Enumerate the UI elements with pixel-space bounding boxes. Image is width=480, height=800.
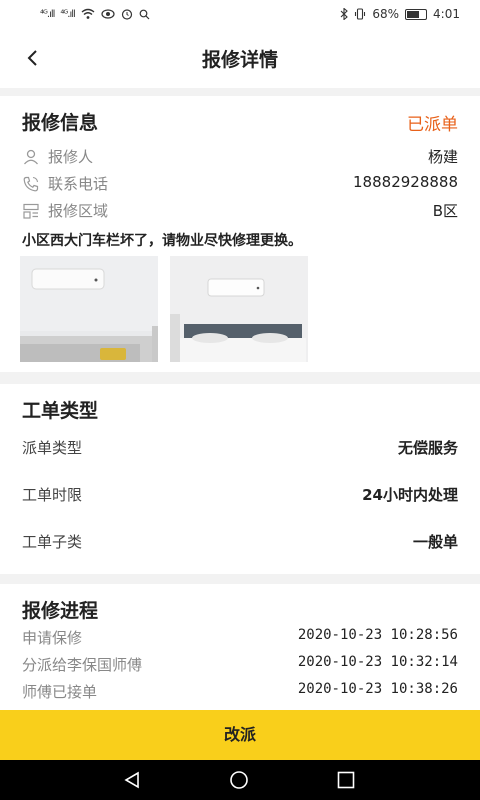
type-value: 24小时内处理 <box>362 486 458 504</box>
info-label: 报修人 <box>48 148 94 166</box>
progress-label: 师傅已接单 <box>22 683 98 701</box>
repair-description: 小区西大门车栏坏了，请物业尽快修理更换。 <box>22 233 302 249</box>
search-icon <box>139 9 150 19</box>
eye-icon <box>101 9 115 19</box>
order-type-card: 工单类型 派单类型 无偿服务 工单时限 24小时内处理 工单子类 一般单 <box>0 384 480 574</box>
nav-recent-icon[interactable] <box>336 770 356 790</box>
page-title: 报修详情 <box>201 49 278 71</box>
phone-icon <box>23 176 39 191</box>
repair-photo-1[interactable] <box>20 256 158 362</box>
reassign-button[interactable]: 改派 <box>0 710 480 760</box>
progress-row: 分派给李保国师傅 2020-10-23 10:32:14 <box>22 654 458 676</box>
progress-row: 师傅已接单 2020-10-23 10:38:26 <box>22 681 458 703</box>
nav-back-icon[interactable] <box>122 770 142 790</box>
progress-time: 2020-10-23 10:28:56 <box>297 627 458 643</box>
clock: 4:01 <box>433 7 460 21</box>
battery-fill <box>407 10 420 18</box>
bluetooth-icon <box>340 8 349 20</box>
alarm-icon <box>121 9 132 20</box>
info-label: 联系电话 <box>48 175 109 193</box>
order-subtype-row: 工单子类 一般单 <box>22 531 458 555</box>
info-row-area: 报修区域 B区 <box>22 200 458 224</box>
progress-card: 报修进程 申请保修 2020-10-23 10:28:56 分派给李保国师傅 2… <box>0 584 480 710</box>
status-right: 68% 4:01 <box>340 7 460 21</box>
progress-title: 报修进程 <box>22 600 99 622</box>
type-value: 一般单 <box>412 533 458 551</box>
system-nav-bar <box>0 760 480 800</box>
battery-percent: 68% <box>372 7 400 21</box>
order-deadline-row: 工单时限 24小时内处理 <box>22 484 458 508</box>
order-type-row: 派单类型 无偿服务 <box>22 437 458 461</box>
repair-info-card: 报修信息 已派单 报修人 杨建 联系电话 18882928888 报修区域 B区… <box>0 96 480 372</box>
vibrate-icon <box>355 8 366 20</box>
info-row-phone[interactable]: 联系电话 18882928888 <box>22 173 458 197</box>
progress-time: 2020-10-23 10:38:26 <box>297 681 458 697</box>
signal-icon-2: ⁴ᴳ.ıll <box>60 8 75 20</box>
phone-number[interactable]: 18882928888 <box>353 173 458 191</box>
status-left: ⁴ᴳ.ıll ⁴ᴳ.ıll <box>40 8 150 20</box>
status-bar: ⁴ᴳ.ıll ⁴ᴳ.ıll 68% 4:01 <box>0 0 480 30</box>
photo-ac-bedroom <box>170 256 308 362</box>
type-label: 工单子类 <box>22 533 83 551</box>
nav-header: 报修详情 <box>0 30 480 88</box>
battery-icon <box>405 8 428 20</box>
repair-photo-2[interactable] <box>170 256 308 362</box>
progress-row: 申请保修 2020-10-23 10:28:56 <box>22 627 458 649</box>
repair-info-title: 报修信息 <box>22 112 99 134</box>
type-label: 派单类型 <box>22 439 83 457</box>
info-row-reporter: 报修人 杨建 <box>22 146 458 170</box>
type-label: 工单时限 <box>22 486 83 504</box>
info-value: B区 <box>432 202 458 220</box>
signal-icon: ⁴ᴳ.ıll <box>40 8 55 20</box>
photo-ac-living-room <box>20 256 158 362</box>
order-type-title: 工单类型 <box>22 400 99 422</box>
progress-time: 2020-10-23 10:32:14 <box>297 654 458 670</box>
wifi-icon <box>81 8 95 19</box>
progress-label: 分派给李保国师傅 <box>22 656 143 674</box>
progress-label: 申请保修 <box>22 629 83 647</box>
nav-home-icon[interactable] <box>228 770 250 790</box>
info-value: 杨建 <box>427 148 458 166</box>
status-badge: 已派单 <box>407 115 458 135</box>
area-icon <box>23 203 39 219</box>
type-value: 无偿服务 <box>397 439 458 457</box>
info-label: 报修区域 <box>48 202 109 220</box>
person-icon <box>24 149 38 164</box>
